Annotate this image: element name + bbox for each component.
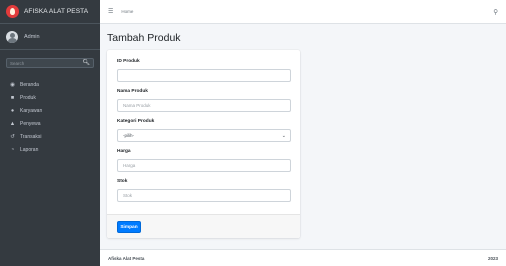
sidebar: AFISKA ALAT PESTA Admin 🔍︎ ◉ Beranda ■ P… [0,0,100,266]
top-navbar: ☰ Home ⚲ [100,0,506,24]
sidebar-item-label: Beranda [20,81,39,88]
sidebar-search-input[interactable] [10,60,80,66]
card-footer: Simpan [107,214,300,238]
sidebar-item-produk[interactable]: ■ Produk [0,91,100,104]
sidebar-item-laporan[interactable]: ◔ Laporan [0,143,100,156]
user-panel[interactable]: Admin [0,24,100,50]
sidebar-item-transaksi[interactable]: ↺ Transaksi [0,130,100,143]
sidebar-item-beranda[interactable]: ◉ Beranda [0,78,100,91]
id-produk-input[interactable] [117,69,291,82]
sidebar-item-label: Karyawan [20,107,43,114]
history-icon: ↺ [10,133,15,140]
brand-link[interactable]: AFISKA ALAT PESTA [0,0,100,24]
page-title: Tambah Produk [107,32,181,44]
sidebar-item-karyawan[interactable]: ● Karyawan [0,104,100,117]
user-circle-icon: ● [10,107,15,114]
stok-input[interactable]: Stok [117,189,291,202]
hamburger-menu-icon[interactable]: ☰ [108,8,113,15]
chevron-down-icon: ⌄ [281,133,286,139]
harga-label: Harga [117,149,131,154]
sidebar-search: 🔍︎ [6,58,94,68]
brand-logo-icon [6,5,19,18]
search-icon[interactable]: ⚲ [493,8,498,16]
user-name: Admin [24,33,40,40]
nav-home-link[interactable]: Home [121,9,133,14]
search-icon[interactable]: 🔍︎ [82,60,90,66]
footer-brand: Afiska Alat Pesta [108,255,145,261]
page-footer: Afiska Alat Pesta 2023 [100,249,506,266]
product-form-card: ID Produk Nama Produk Nama Produk Katego… [107,50,300,238]
pie-chart-icon: ◔ [10,146,15,153]
user-icon: ▲ [9,120,16,127]
brand-name: AFISKA ALAT PESTA [24,8,89,15]
avatar [6,30,18,43]
nama-produk-input[interactable]: Nama Produk [117,99,291,112]
file-icon: ■ [10,94,15,101]
tachometer-icon: ◉ [10,81,15,88]
footer-year: 2023 [487,255,498,261]
sidebar-item-label: Produk [20,94,36,101]
sidebar-item-label: Transaksi [20,133,42,140]
kategori-produk-label: Kategori Produk [117,119,155,124]
kategori-selected-value: -pilih- [123,133,135,138]
sidebar-item-label: Laporan [20,146,39,153]
stok-label: Stok [117,179,128,184]
harga-input[interactable]: Harga [117,159,291,172]
kategori-produk-select[interactable]: -pilih- ⌄ [117,129,291,142]
nama-produk-label: Nama Produk [117,89,148,94]
simpan-button[interactable]: Simpan [117,221,141,233]
sidebar-item-label: Penyewa [20,120,41,127]
id-produk-label: ID Produk [117,59,140,64]
sidebar-item-penyewa[interactable]: ▲ Penyewa [0,117,100,130]
sidebar-nav: ◉ Beranda ■ Produk ● Karyawan ▲ Penyewa … [0,74,100,156]
